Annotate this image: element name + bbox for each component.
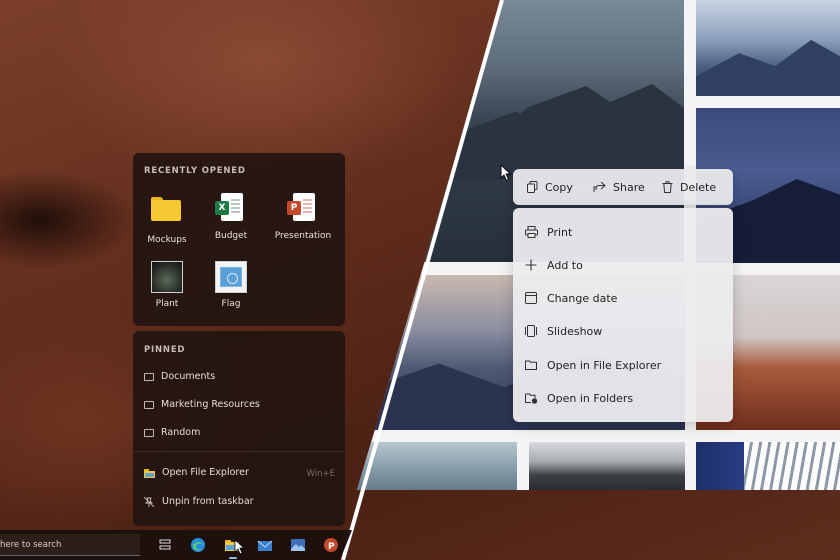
share-button[interactable]: Share xyxy=(593,169,645,205)
menu-item-label: Open in Folders xyxy=(547,391,634,405)
excel-icon: X xyxy=(215,193,247,225)
recent-item-label: Presentation xyxy=(274,231,332,241)
slideshow-icon xyxy=(525,325,537,337)
open-file-explorer-label: Open File Explorer xyxy=(162,467,249,478)
taskbar: here to search P xyxy=(0,530,352,560)
photos-icon[interactable] xyxy=(290,537,306,553)
mouse-cursor xyxy=(234,539,244,555)
pinned-item-random[interactable]: Random xyxy=(144,427,200,438)
recent-item-label: Plant xyxy=(155,299,179,309)
pinned-panel: PINNED Documents Marketing Resources Ran… xyxy=(133,331,345,526)
unpin-icon xyxy=(144,496,154,507)
pinned-item-label: Random xyxy=(161,427,201,438)
recent-item-flag[interactable]: Flag xyxy=(201,261,261,309)
image-thumbnail xyxy=(151,261,183,293)
menu-item-open-in-folders[interactable]: Open in Folders xyxy=(525,388,633,408)
divider xyxy=(133,451,345,452)
keyboard-shortcut: Win+E xyxy=(306,469,335,479)
powerpoint-icon: P xyxy=(287,193,319,225)
powerpoint-icon[interactable]: P xyxy=(323,537,339,553)
menu-item-add-to[interactable]: Add to xyxy=(525,255,583,275)
taskbar-search-input[interactable]: here to search xyxy=(0,534,140,556)
context-action-bar: Copy Share Delete xyxy=(513,169,733,205)
calendar-icon xyxy=(525,292,537,304)
trash-icon xyxy=(662,181,673,193)
pinned-item-label: Documents xyxy=(161,371,216,382)
pinned-item-marketing-resources[interactable]: Marketing Resources xyxy=(144,399,260,410)
recent-item-plant[interactable]: Plant xyxy=(137,261,197,309)
menu-item-label: Change date xyxy=(547,291,618,305)
plus-icon xyxy=(525,259,537,271)
context-menu: Print Add to Change date Slideshow Open … xyxy=(513,208,733,422)
mail-icon[interactable] xyxy=(257,537,273,553)
mouse-cursor xyxy=(500,164,512,182)
folder-outline-icon xyxy=(144,428,154,437)
menu-item-label: Add to xyxy=(547,258,583,272)
recent-item-budget[interactable]: X Budget xyxy=(201,193,261,241)
pinned-item-label: Marketing Resources xyxy=(161,399,260,410)
folder-outline-icon xyxy=(144,372,154,381)
pinned-item-documents[interactable]: Documents xyxy=(144,371,215,382)
file-explorer-icon xyxy=(144,468,155,478)
unpin-from-taskbar-item[interactable]: Unpin from taskbar xyxy=(144,496,254,507)
menu-item-label: Print xyxy=(547,225,573,239)
recently-opened-heading: RECENTLY OPENED xyxy=(144,166,246,176)
menu-item-label: Open in File Explorer xyxy=(547,358,662,372)
copy-label: Copy xyxy=(545,180,573,194)
delete-label: Delete xyxy=(680,180,717,194)
open-file-explorer-item[interactable]: Open File Explorer xyxy=(144,467,334,478)
active-indicator xyxy=(229,557,237,559)
menu-item-print[interactable]: Print xyxy=(525,222,572,242)
recent-item-label: Mockups xyxy=(147,235,187,245)
edge-icon[interactable] xyxy=(190,537,206,553)
image-thumbnail xyxy=(215,261,247,293)
folder-icon xyxy=(151,197,183,229)
share-icon xyxy=(593,181,606,192)
menu-item-change-date[interactable]: Change date xyxy=(525,288,617,308)
menu-item-label: Slideshow xyxy=(547,324,603,338)
printer-icon xyxy=(525,226,538,238)
task-view-icon[interactable] xyxy=(158,537,174,553)
copy-icon xyxy=(527,181,538,193)
share-label: Share xyxy=(613,180,645,194)
svg-text:P: P xyxy=(328,542,335,552)
folder-link-icon xyxy=(525,393,538,404)
photo-tile[interactable] xyxy=(696,0,840,96)
recent-item-mockups[interactable]: Mockups xyxy=(137,193,197,245)
recent-item-label: Flag xyxy=(221,299,241,309)
unpin-label: Unpin from taskbar xyxy=(162,496,254,507)
recent-item-presentation[interactable]: P Presentation xyxy=(273,193,333,241)
photo-tile[interactable] xyxy=(357,442,517,490)
pinned-heading: PINNED xyxy=(144,345,186,355)
menu-item-slideshow[interactable]: Slideshow xyxy=(525,321,602,341)
menu-item-open-in-file-explorer[interactable]: Open in File Explorer xyxy=(525,355,661,375)
copy-button[interactable]: Copy xyxy=(527,169,573,205)
photo-tile[interactable] xyxy=(696,442,840,490)
folder-outline-icon xyxy=(525,360,537,370)
delete-button[interactable]: Delete xyxy=(662,169,716,205)
photo-tile[interactable] xyxy=(529,442,685,490)
folder-outline-icon xyxy=(144,400,154,409)
recent-item-label: Budget xyxy=(214,231,248,241)
recently-opened-panel: RECENTLY OPENED Mockups X Budget P Prese… xyxy=(133,153,345,326)
